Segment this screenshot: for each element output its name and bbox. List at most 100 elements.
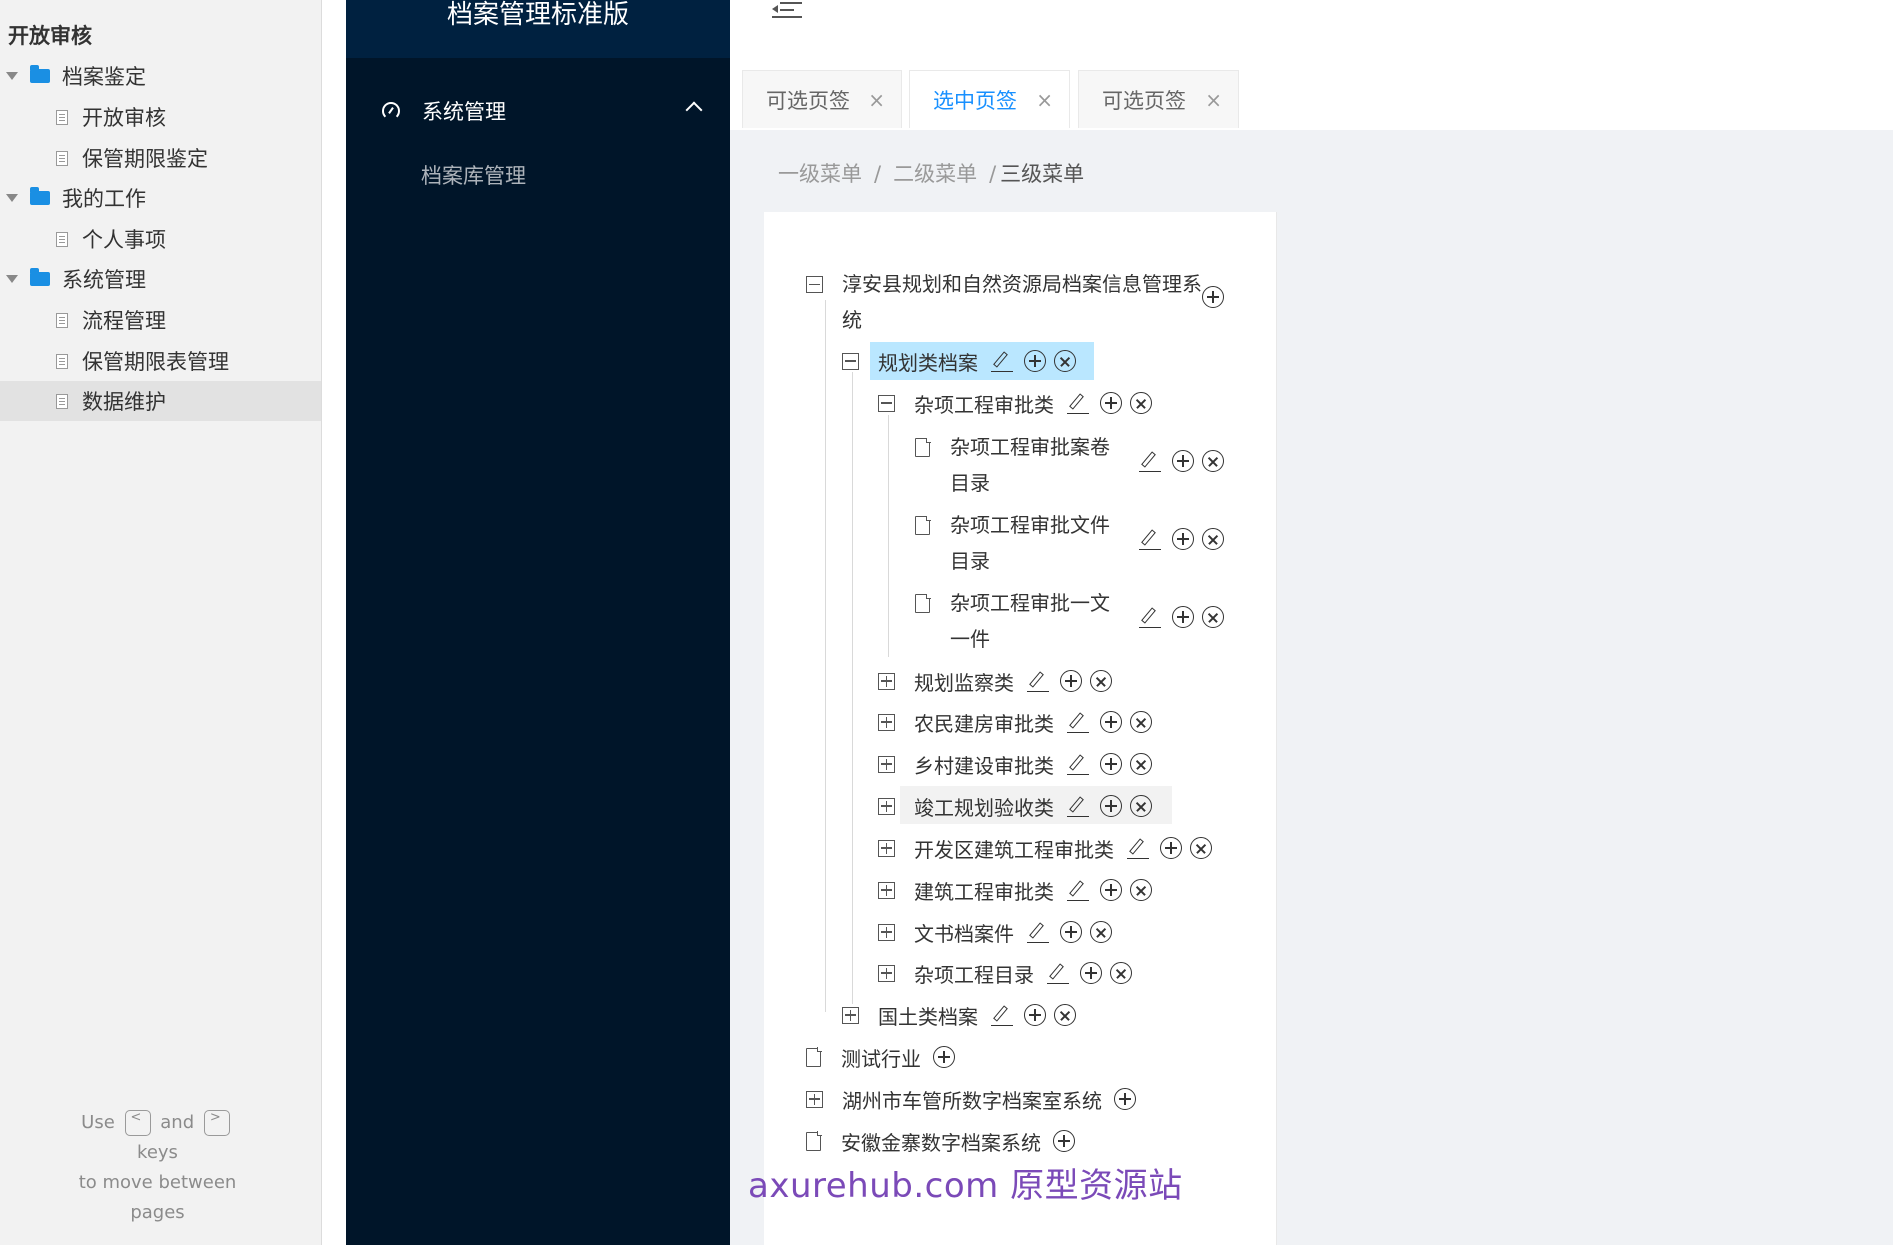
edit-icon[interactable] <box>1026 920 1050 944</box>
sidebar-page-liucheng-guanli[interactable]: 流程管理 <box>0 300 321 340</box>
expand-icon[interactable] <box>806 1090 823 1108</box>
tree-node-label[interactable]: 安徽金寨数字档案系统 <box>841 1127 1041 1156</box>
edit-icon[interactable] <box>1066 878 1090 902</box>
nav-menu-xitong-guanli[interactable]: 系统管理 <box>346 90 730 132</box>
close-icon[interactable]: × <box>1205 88 1222 112</box>
tree-node-label[interactable]: 乡村建设审批类 <box>914 750 1054 779</box>
add-circle-icon[interactable] <box>1114 1088 1136 1110</box>
add-circle-icon[interactable] <box>1160 837 1182 859</box>
tree-leaf-yiwenyijian[interactable]: 杂项工程审批一文一件 <box>915 585 1235 655</box>
breadcrumb-level2[interactable]: 二级菜单 <box>893 162 977 186</box>
tab-selected[interactable]: 选中页签 × <box>909 70 1070 128</box>
tree-leaf-wenjian[interactable]: 杂项工程审批文件目录 <box>915 507 1235 577</box>
tree-node-huzhou[interactable]: 湖州市车管所数字档案室系统 <box>806 1081 1144 1117</box>
sidebar-folder-wode-gongzuo[interactable]: 我的工作 <box>0 178 321 218</box>
edit-icon[interactable] <box>1066 752 1090 776</box>
tree-node-jianzhu[interactable]: 建筑工程审批类 <box>878 872 1160 908</box>
chevron-up-icon[interactable] <box>685 101 703 119</box>
tree-node-label[interactable]: 测试行业 <box>841 1043 921 1072</box>
add-circle-icon[interactable] <box>1024 1004 1046 1026</box>
close-circle-icon[interactable] <box>1054 350 1076 372</box>
tree-node-label[interactable]: 湖州市车管所数字档案室系统 <box>842 1085 1102 1114</box>
tree-node-label[interactable]: 杂项工程审批类 <box>914 389 1054 418</box>
breadcrumb-level1[interactable]: 一级菜单 <box>778 162 862 186</box>
tree-node-label[interactable]: 杂项工程审批一文一件 <box>950 585 1126 657</box>
close-circle-icon[interactable] <box>1090 670 1112 692</box>
expand-icon[interactable] <box>878 923 895 941</box>
close-icon[interactable]: × <box>1036 88 1053 112</box>
tree-node-root-chunan[interactable]: 淳安县规划和自然资源局档案信息管理系统 <box>806 266 1246 336</box>
tree-node-xiangcun[interactable]: 乡村建设审批类 <box>878 746 1160 782</box>
tree-node-guotu[interactable]: 国土类档案 <box>842 997 1084 1033</box>
collapse-icon[interactable] <box>806 276 823 293</box>
edit-icon[interactable] <box>990 349 1014 373</box>
edit-icon[interactable] <box>1066 391 1090 415</box>
sidebar-page-shuju-weihu[interactable]: 数据维护 <box>0 381 321 421</box>
add-circle-icon[interactable] <box>1100 711 1122 733</box>
close-icon[interactable]: × <box>868 88 885 112</box>
edit-icon[interactable] <box>1138 527 1162 551</box>
tree-node-zaxiang-mulu[interactable]: 杂项工程目录 <box>878 955 1140 991</box>
sidebar-page-kaifang-shenhe[interactable]: 开放审核 <box>0 97 321 137</box>
expand-icon[interactable] <box>878 755 895 773</box>
add-circle-icon[interactable] <box>1080 962 1102 984</box>
expand-icon[interactable] <box>842 1006 859 1024</box>
edit-icon[interactable] <box>1126 836 1150 860</box>
close-circle-icon[interactable] <box>1130 711 1152 733</box>
edit-icon[interactable] <box>1066 710 1090 734</box>
close-circle-icon[interactable] <box>1130 753 1152 775</box>
tab-optional-2[interactable]: 可选页签 × <box>1078 70 1239 128</box>
add-circle-icon[interactable] <box>1172 528 1194 550</box>
tree-node-label[interactable]: 杂项工程目录 <box>914 959 1034 988</box>
add-circle-icon[interactable] <box>1024 350 1046 372</box>
tree-node-anhui[interactable]: 安徽金寨数字档案系统 <box>806 1123 1083 1159</box>
caret-down-icon[interactable] <box>6 72 18 80</box>
add-circle-icon[interactable] <box>1100 392 1122 414</box>
edit-icon[interactable] <box>1026 669 1050 693</box>
add-circle-icon[interactable] <box>1053 1130 1075 1152</box>
sidebar-page-baoguan-qixian-jianding[interactable]: 保管期限鉴定 <box>0 138 321 178</box>
close-circle-icon[interactable] <box>1054 1004 1076 1026</box>
tree-node-label[interactable]: 淳安县规划和自然资源局档案信息管理系统 <box>842 266 1202 338</box>
close-circle-icon[interactable] <box>1130 795 1152 817</box>
tree-leaf-anjuan[interactable]: 杂项工程审批案卷目录 <box>915 429 1235 499</box>
tree-node-kaifaqu[interactable]: 开发区建筑工程审批类 <box>878 830 1220 866</box>
caret-down-icon[interactable] <box>6 194 18 202</box>
close-circle-icon[interactable] <box>1130 392 1152 414</box>
tree-node-label[interactable]: 农民建房审批类 <box>914 708 1054 737</box>
tab-optional-1[interactable]: 可选页签 × <box>742 70 902 128</box>
nav-submenu-dangan-ku[interactable]: 档案库管理 <box>421 160 526 190</box>
tree-node-zaxiang[interactable]: 杂项工程审批类 <box>878 385 1160 421</box>
close-circle-icon[interactable] <box>1202 606 1224 628</box>
close-circle-icon[interactable] <box>1110 962 1132 984</box>
expand-icon[interactable] <box>878 713 895 731</box>
tree-node-label[interactable]: 杂项工程审批文件目录 <box>950 507 1126 579</box>
close-circle-icon[interactable] <box>1202 528 1224 550</box>
expand-icon[interactable] <box>878 839 895 857</box>
add-circle-icon[interactable] <box>1100 795 1122 817</box>
edit-icon[interactable] <box>990 1003 1014 1027</box>
caret-down-icon[interactable] <box>6 275 18 283</box>
tree-node-guihua[interactable]: 规划类档案 <box>842 343 1084 379</box>
edit-icon[interactable] <box>1138 605 1162 629</box>
add-circle-icon[interactable] <box>1172 450 1194 472</box>
tree-node-jungong[interactable]: 竣工规划验收类 <box>878 788 1160 824</box>
expand-icon[interactable] <box>878 881 895 899</box>
tree-node-label[interactable]: 规划监察类 <box>914 667 1014 696</box>
tree-node-nongmin[interactable]: 农民建房审批类 <box>878 704 1160 740</box>
collapse-icon[interactable] <box>842 352 859 370</box>
sidebar-page-geren-shixiang[interactable]: 个人事项 <box>0 219 321 259</box>
menu-fold-icon[interactable] <box>772 2 802 22</box>
tree-node-label[interactable]: 建筑工程审批类 <box>914 876 1054 905</box>
close-circle-icon[interactable] <box>1190 837 1212 859</box>
tree-node-label[interactable]: 竣工规划验收类 <box>914 792 1054 821</box>
tree-node-label[interactable]: 文书档案件 <box>914 918 1014 947</box>
edit-icon[interactable] <box>1138 449 1162 473</box>
add-circle-icon[interactable] <box>1100 753 1122 775</box>
edit-icon[interactable] <box>1066 794 1090 818</box>
tree-node-label[interactable]: 杂项工程审批案卷目录 <box>950 429 1126 501</box>
tree-node-label[interactable]: 规划类档案 <box>878 347 978 376</box>
tree-node-label[interactable]: 开发区建筑工程审批类 <box>914 834 1114 863</box>
sidebar-folder-dangan-jianding[interactable]: 档案鉴定 <box>0 56 321 96</box>
expand-icon[interactable] <box>878 797 895 815</box>
